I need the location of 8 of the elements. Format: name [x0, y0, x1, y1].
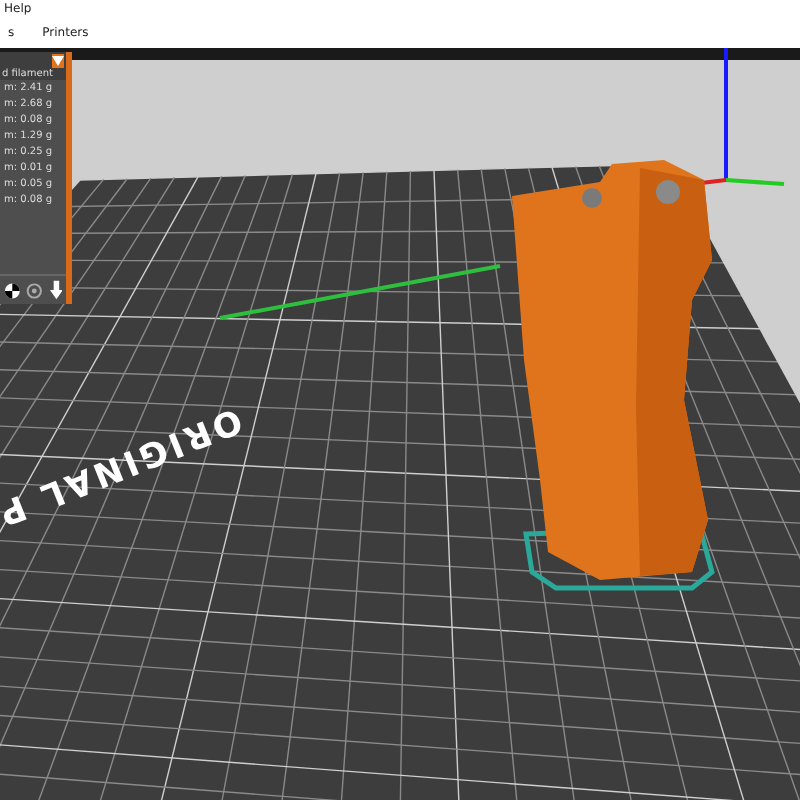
dropdown-button[interactable] [52, 54, 65, 68]
y-axis-line [725, 178, 785, 186]
ball-icon[interactable] [4, 281, 21, 299]
download-icon[interactable] [49, 280, 62, 300]
print-bed[interactable] [0, 164, 800, 800]
model-drawing[interactable] [512, 160, 712, 580]
caret-icon [52, 56, 65, 66]
z-axis-line [724, 48, 728, 180]
